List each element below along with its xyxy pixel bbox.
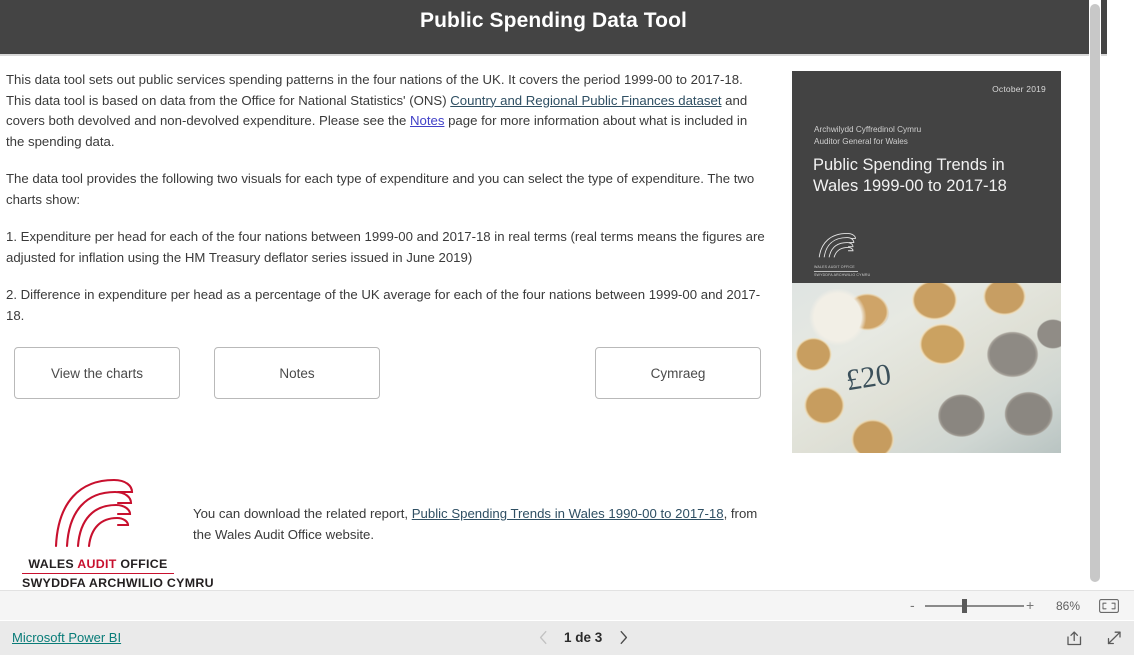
wao-word-office: OFFICE <box>116 557 168 571</box>
chevron-right-icon <box>620 630 627 644</box>
view-the-charts-button[interactable]: View the charts <box>14 347 180 399</box>
download-report-link[interactable]: Public Spending Trends in Wales 1990-00 … <box>412 506 724 521</box>
report-title-banner: Public Spending Data Tool <box>0 0 1107 54</box>
cover-logo-caption: WALES AUDIT OFFICE SWYDDFA ARCHWILIO CYM… <box>814 265 874 278</box>
cover-logo-rule <box>814 271 858 272</box>
intro-text-block: This data tool sets out public services … <box>6 70 768 326</box>
cover-logo-line1: WALES AUDIT OFFICE <box>814 265 855 269</box>
crpf-dataset-link[interactable]: Country and Regional Public Finances dat… <box>450 93 721 108</box>
chevron-left-icon <box>539 630 546 644</box>
power-bi-report-viewer: Public Spending Data Tool This data tool… <box>0 0 1134 655</box>
paragraph-2: The data tool provides the following two… <box>6 171 755 207</box>
wao-word-wales: WALES <box>28 557 78 571</box>
wao-wordmark-welsh: SWYDDFA ARCHWILIO CYMRU <box>22 576 214 590</box>
fullscreen-button[interactable] <box>1105 629 1124 647</box>
download-report-text: You can download the related report, Pub… <box>193 504 768 545</box>
download-text-a: You can download the related report, <box>193 506 412 521</box>
wao-wordmark-english: WALES AUDIT OFFICE <box>22 557 174 571</box>
cymraeg-language-button[interactable]: Cymraeg <box>595 347 761 399</box>
zoom-toolbar: - + 86% <box>0 590 1134 620</box>
report-footer-bar: Microsoft Power BI 1 de 3 <box>0 621 1134 655</box>
paragraph-3: 1. Expenditure per head for each of the … <box>6 229 765 265</box>
wao-word-swyddfa: SWYDDFA <box>22 576 89 590</box>
fit-to-page-icon[interactable] <box>1099 599 1119 613</box>
page-navigation: 1 de 3 <box>536 628 630 646</box>
wao-dragon-swoosh-icon <box>818 233 856 258</box>
cover-org-english: Auditor General for Wales <box>814 136 908 146</box>
fit-to-page-glyph <box>1099 599 1119 613</box>
cover-wao-logo: WALES AUDIT OFFICE SWYDDFA ARCHWILIO CYM… <box>814 231 874 278</box>
share-icon <box>1067 631 1082 646</box>
cover-title: Public Spending Trends in Wales 1999-00 … <box>813 156 1007 195</box>
report-cover-image: October 2019 Archwilydd Cyffredinol Cymr… <box>792 71 1061 453</box>
wao-word-cymru: CYMRU <box>163 576 214 590</box>
cover-organisation: Archwilydd Cyffredinol Cymru Auditor Gen… <box>814 124 921 147</box>
report-cover-top: October 2019 Archwilydd Cyffredinol Cymr… <box>792 71 1061 283</box>
vertical-scrollbar-thumb[interactable] <box>1090 4 1100 582</box>
wao-word-audit: AUDIT <box>77 557 117 571</box>
zoom-in-button[interactable]: + <box>1026 598 1034 612</box>
banner-divider <box>0 54 1107 56</box>
zoom-slider-track[interactable] <box>925 605 1024 607</box>
zoom-slider-thumb[interactable] <box>962 599 967 613</box>
cover-org-welsh: Archwilydd Cyffredinol Cymru <box>814 125 922 134</box>
paragraph-1: This data tool sets out public services … <box>6 70 768 152</box>
next-page-button[interactable] <box>616 628 630 646</box>
page-indicator-label: 1 de 3 <box>564 629 603 645</box>
wao-word-archwilio: ARCHWILIO <box>88 576 164 590</box>
paragraph-4: 2. Difference in expenditure per head as… <box>6 287 761 323</box>
zoom-level-label: 86% <box>1055 599 1081 613</box>
notes-button[interactable]: Notes <box>214 347 380 399</box>
wao-dragon-swoosh-icon <box>54 478 134 548</box>
microsoft-power-bi-link[interactable]: Microsoft Power BI <box>12 630 121 645</box>
report-canvas: Public Spending Data Tool This data tool… <box>0 0 1107 590</box>
fullscreen-icon <box>1107 631 1121 645</box>
share-button[interactable] <box>1065 629 1084 647</box>
zoom-out-button[interactable]: - <box>910 598 919 612</box>
cover-logo-line2: SWYDDFA ARCHWILIO CYMRU <box>814 272 871 277</box>
wao-logo-rule <box>22 573 174 575</box>
banknote-denomination: £20 <box>843 357 894 398</box>
previous-page-button[interactable] <box>536 628 550 646</box>
page-title: Public Spending Data Tool <box>420 9 687 32</box>
wales-audit-office-logo: WALES AUDIT OFFICE SWYDDFA ARCHWILIO CYM… <box>22 472 214 590</box>
notes-page-link[interactable]: Notes <box>410 113 444 128</box>
cover-date: October 2019 <box>992 84 1046 94</box>
cover-coins-photo: £20 <box>792 283 1061 453</box>
